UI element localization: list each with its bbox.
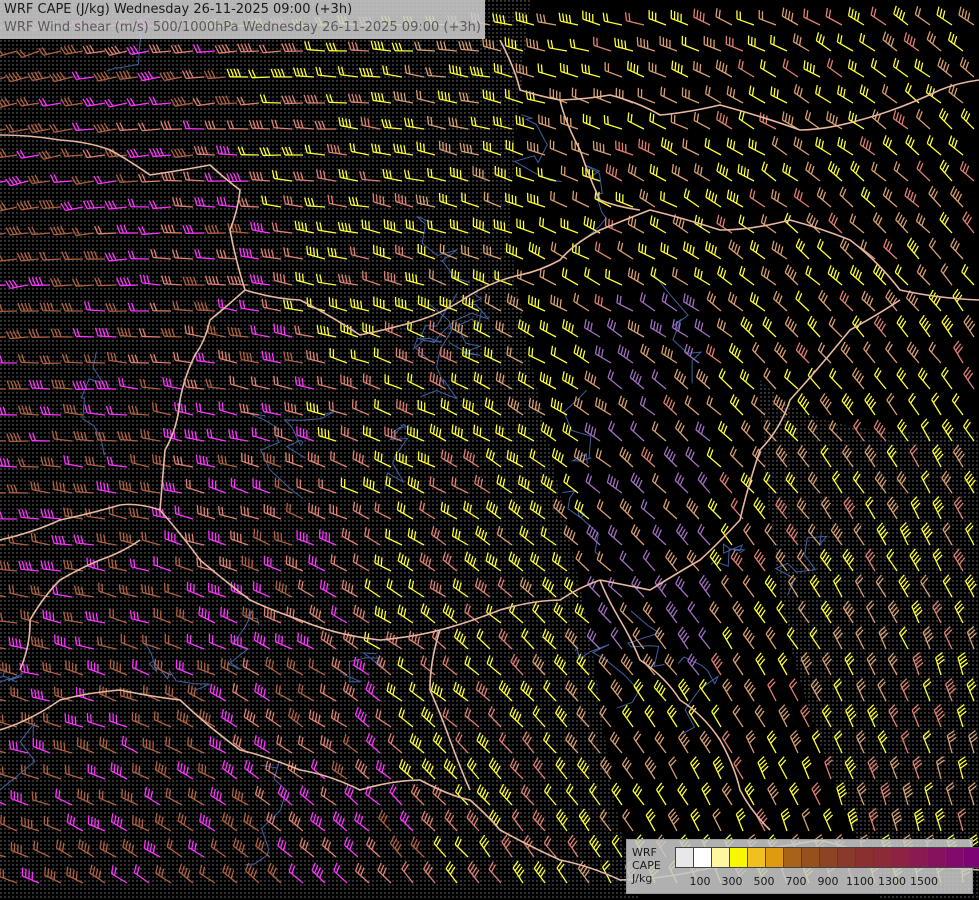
legend-model: WRF (632, 846, 657, 859)
legend-tick-label: 100 (689, 875, 711, 888)
legend-swatch (909, 847, 928, 868)
legend-swatch (783, 847, 802, 868)
legend-swatch (765, 847, 784, 868)
legend-swatch (963, 847, 979, 868)
legend-tick-label: 300 (721, 875, 743, 888)
title-wind-shear: WRF Wind shear (m/s) 500/1000hPa Wednesd… (4, 20, 481, 35)
legend-swatches (675, 847, 979, 868)
legend-variable: CAPE (632, 859, 661, 872)
legend-swatch (891, 847, 910, 868)
legend-swatch (729, 847, 748, 868)
legend-swatch (693, 847, 712, 868)
legend-swatch (927, 847, 946, 868)
legend-swatch (675, 847, 694, 868)
legend-swatch (945, 847, 964, 868)
legend-tick-label: 1500 (910, 875, 938, 888)
title-cape: WRF CAPE (J/kg) Wednesday 26-11-2025 09:… (4, 2, 353, 17)
legend-tick-label: 1100 (846, 875, 874, 888)
legend-ticks: 100 300 500 700 900 1100 1300 1500 (675, 875, 975, 889)
legend-tick-label: 900 (817, 875, 839, 888)
legend-tick-label: 500 (753, 875, 775, 888)
legend-unit: J/kg (632, 872, 653, 885)
legend-labels: WRF CAPE J/kg (632, 846, 661, 885)
legend-tick-label: 700 (785, 875, 807, 888)
map-title-box: WRF CAPE (J/kg) Wednesday 26-11-2025 09:… (0, 0, 485, 39)
legend-swatch (711, 847, 730, 868)
legend-swatch (837, 847, 856, 868)
legend-swatch (801, 847, 820, 868)
legend-swatch (747, 847, 766, 868)
legend-swatch (819, 847, 838, 868)
legend-tick-label: 1300 (878, 875, 906, 888)
cape-legend: WRF CAPE J/kg 100 300 500 700 900 1100 1300 150… (626, 839, 979, 894)
legend-swatch (855, 847, 874, 868)
weather-map (0, 0, 979, 900)
legend-swatch (873, 847, 892, 868)
